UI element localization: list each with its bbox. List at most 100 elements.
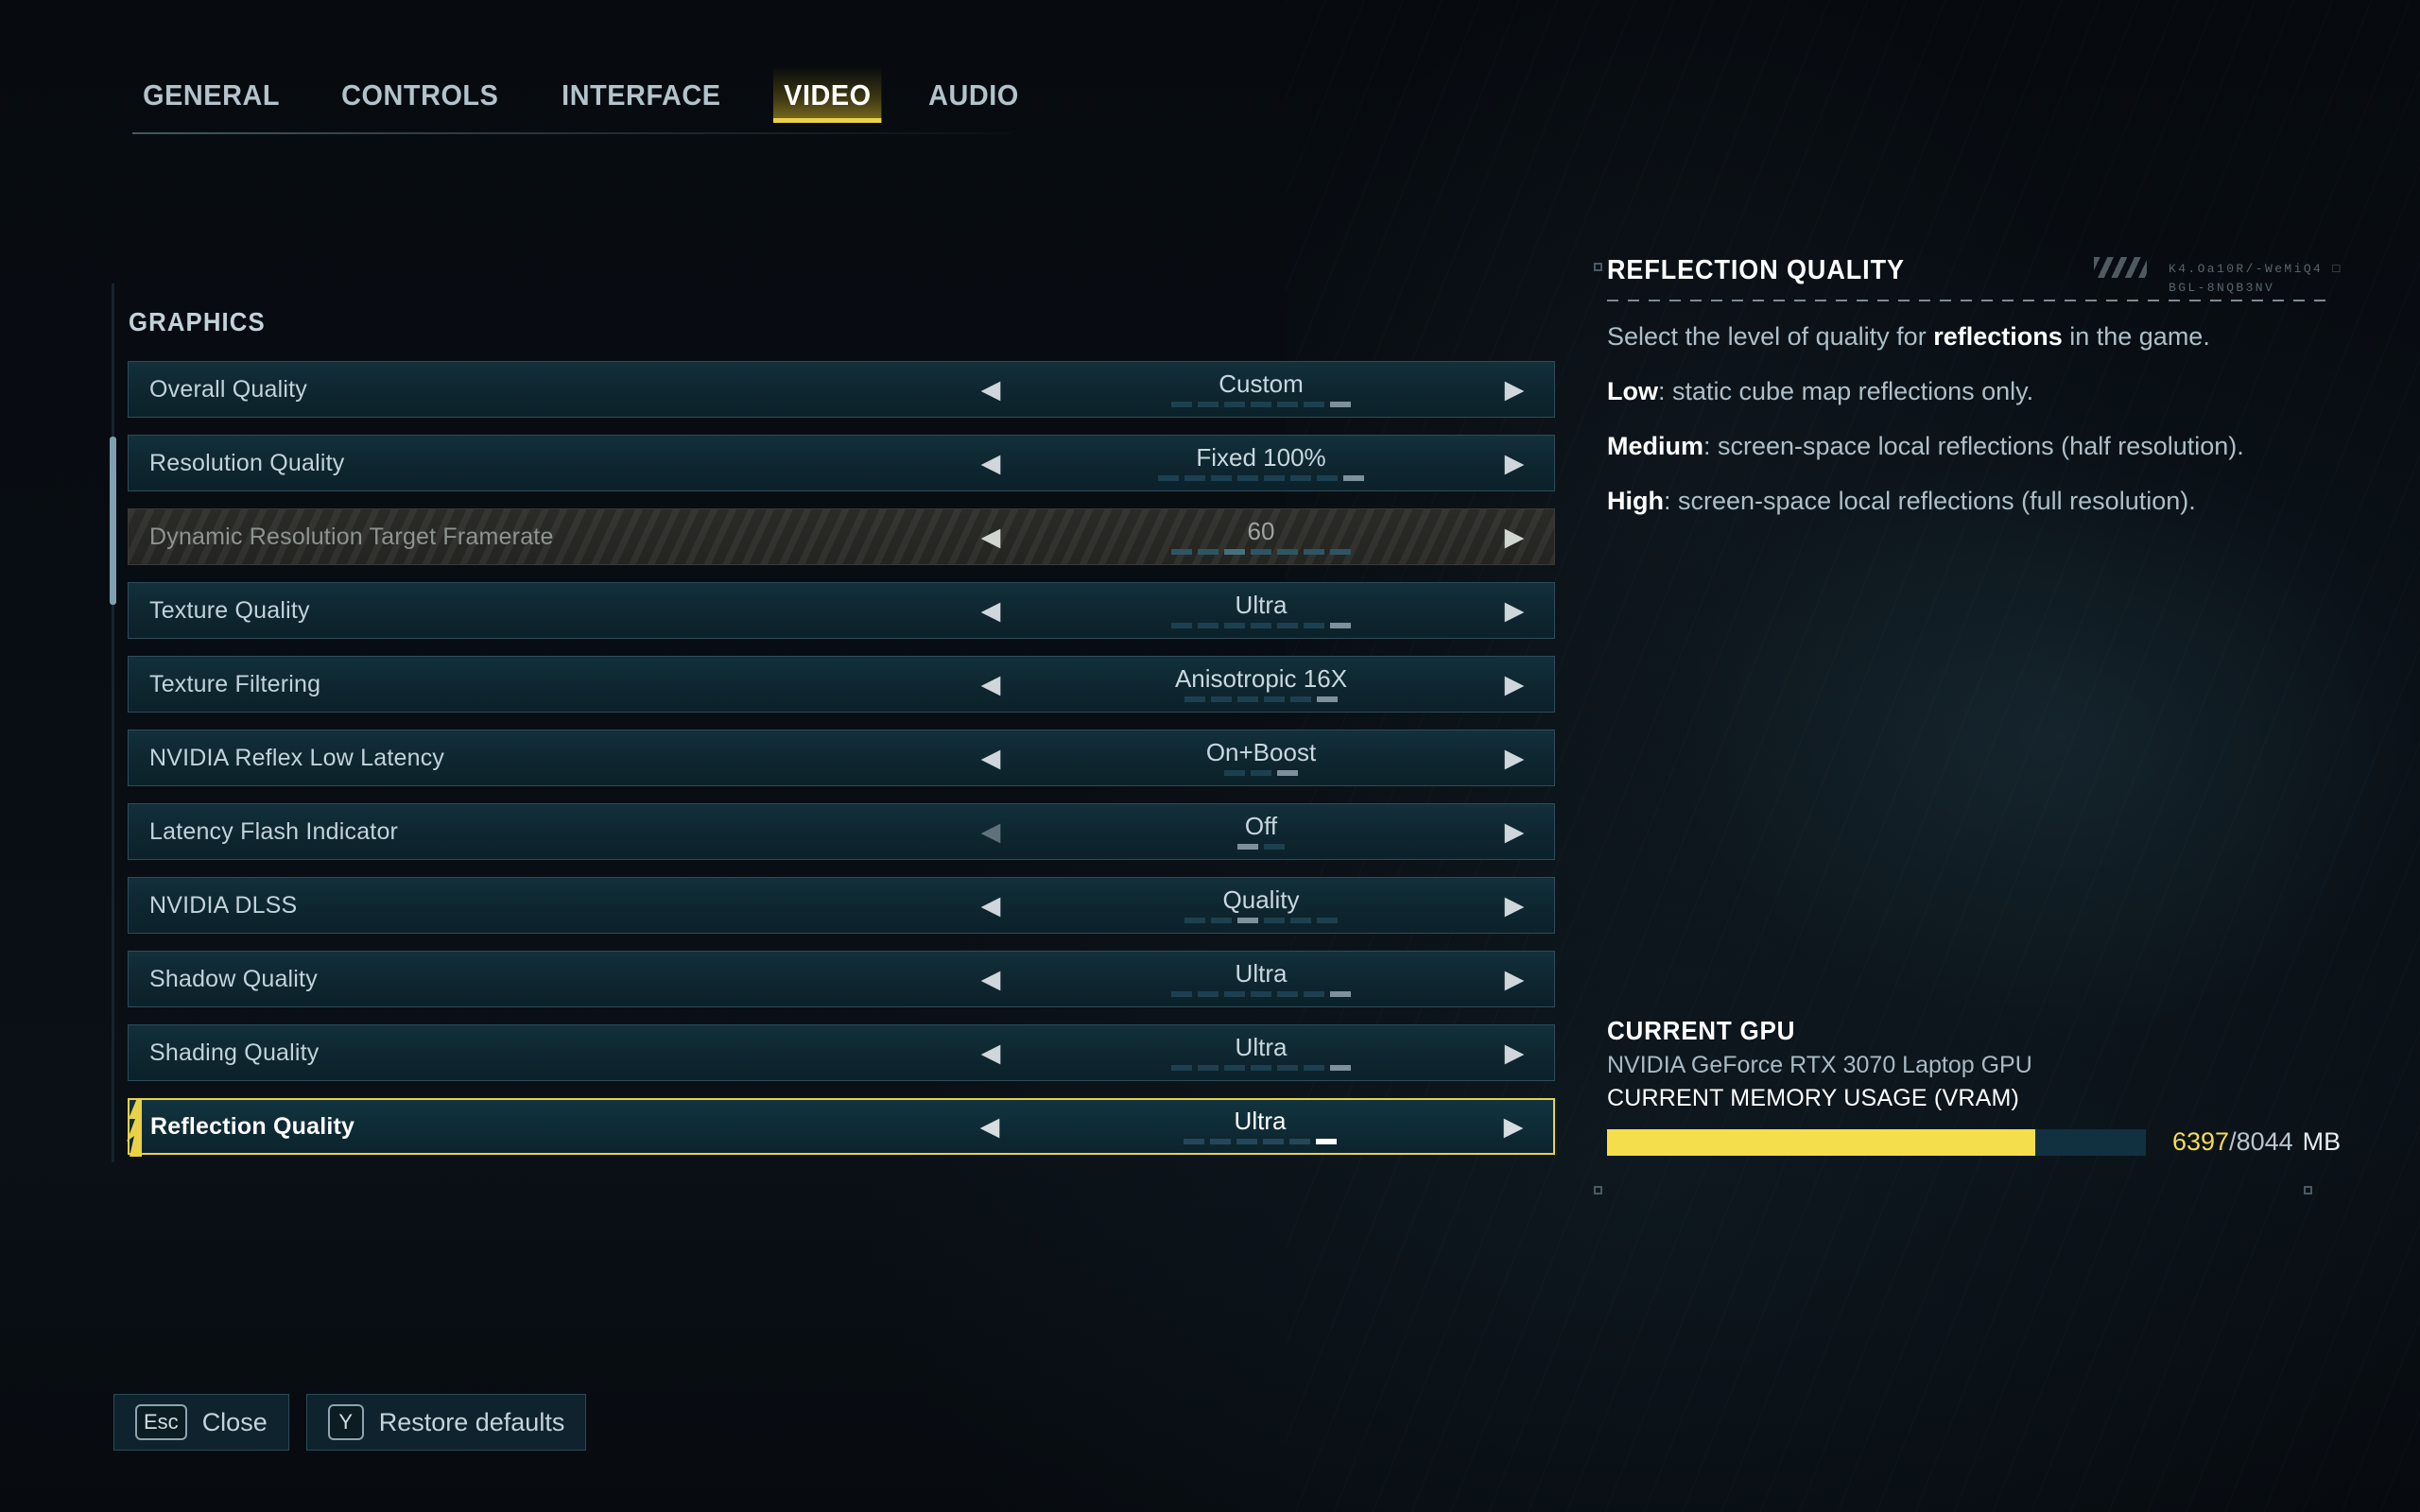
setting-value-stack: Custom	[1042, 362, 1480, 417]
level-segment	[1277, 401, 1298, 407]
stepper-prev-arrow[interactable]: ◀	[968, 1025, 1013, 1080]
settings-scrollbar-thumb[interactable]	[110, 437, 116, 605]
stepper-next-arrow[interactable]: ▶	[1492, 657, 1537, 712]
vram-heading: CURRENT MEMORY USAGE (VRAM)	[1607, 1085, 2020, 1111]
setting-level-indicator	[1171, 548, 1351, 555]
setting-label: Reflection Quality	[150, 1112, 355, 1140]
tab-video[interactable]: VIDEO	[772, 68, 882, 123]
level-segment	[1330, 990, 1351, 997]
stepper-next-arrow[interactable]: ▶	[1492, 952, 1537, 1006]
level-segment	[1198, 401, 1219, 407]
setting-row[interactable]: Texture Quality ◀ Ultra ▶	[128, 582, 1555, 639]
footer-button-label: Close	[201, 1407, 268, 1436]
level-segment	[1210, 1138, 1231, 1144]
setting-value-stack: Ultra	[1041, 1100, 1479, 1153]
setting-label: NVIDIA DLSS	[149, 891, 298, 919]
setting-level-indicator	[1158, 474, 1364, 481]
stepper-next-arrow[interactable]: ▶	[1492, 362, 1537, 417]
stepper-prev-arrow[interactable]: ◀	[968, 804, 1013, 859]
stepper-next-arrow[interactable]: ▶	[1492, 436, 1537, 490]
chevron-right-icon: ▶	[1504, 1038, 1525, 1067]
tab-controls[interactable]: CONTROLS	[331, 68, 510, 123]
vram-progress-bar	[1607, 1128, 2146, 1156]
level-segment	[1184, 474, 1205, 481]
stepper-prev-arrow[interactable]: ◀	[968, 436, 1013, 490]
setting-value-stack: Anisotropic 16X	[1042, 657, 1480, 712]
setting-row[interactable]: NVIDIA DLSS ◀ Quality ▶	[128, 877, 1555, 934]
chevron-left-icon: ◀	[980, 743, 1001, 772]
setting-value: Quality	[1222, 885, 1300, 915]
setting-row: Dynamic Resolution Target Framerate ◀ 60 ▶	[128, 508, 1555, 565]
level-segment	[1343, 474, 1364, 481]
level-segment	[1237, 917, 1258, 923]
info-paragraph: High: screen-space local reflections (fu…	[1607, 485, 2269, 519]
settings-scrollbar-track[interactable]	[112, 284, 114, 1162]
stepper-prev-arrow[interactable]: ◀	[968, 878, 1013, 933]
level-segment	[1251, 769, 1271, 776]
stepper-prev-arrow[interactable]: ◀	[968, 730, 1013, 785]
tab-interface[interactable]: INTERFACE	[551, 68, 732, 123]
settings-screen: GENERAL CONTROLS INTERFACE VIDEO AUDIO GRAPH…	[0, 0, 2420, 1512]
chevron-right-icon: ▶	[1504, 448, 1525, 477]
setting-row[interactable]: Resolution Quality ◀ Fixed 100% ▶	[128, 435, 1555, 491]
level-segment	[1211, 917, 1232, 923]
setting-stepper: ◀ On+Boost ▶	[949, 730, 1554, 785]
setting-row[interactable]: Overall Quality ◀ Custom ▶	[128, 361, 1555, 418]
stepper-prev-arrow[interactable]: ◀	[968, 362, 1013, 417]
stepper-next-arrow[interactable]: ▶	[1492, 1025, 1537, 1080]
stepper-prev-arrow[interactable]: ◀	[968, 952, 1013, 1006]
chevron-right-icon: ▶	[1504, 669, 1525, 698]
setting-stepper: ◀ Custom ▶	[949, 362, 1554, 417]
stepper-prev-arrow[interactable]: ◀	[968, 583, 1013, 638]
setting-value: On+Boost	[1205, 738, 1317, 767]
tab-audio[interactable]: AUDIO	[918, 68, 1029, 123]
footer-button-restore-defaults[interactable]: Y Restore defaults	[305, 1394, 587, 1451]
level-segment	[1198, 548, 1219, 555]
info-panel-divider	[1607, 300, 2335, 301]
setting-row[interactable]: Shadow Quality ◀ Ultra ▶	[128, 951, 1555, 1007]
setting-value: Ultra	[1235, 1033, 1288, 1062]
stepper-next-arrow[interactable]: ▶	[1492, 878, 1537, 933]
chevron-left-icon: ◀	[980, 890, 1001, 919]
level-segment	[1224, 990, 1245, 997]
stepper-next-arrow[interactable]: ▶	[1492, 583, 1537, 638]
setting-row[interactable]: Texture Filtering ◀ Anisotropic 16X ▶	[128, 656, 1555, 713]
keycap-icon: Esc	[135, 1404, 187, 1440]
setting-level-indicator	[1224, 769, 1298, 776]
tab-general[interactable]: GENERAL	[132, 68, 290, 123]
setting-row[interactable]: NVIDIA Reflex Low Latency ◀ On+Boost ▶	[128, 730, 1555, 786]
level-segment	[1290, 696, 1311, 702]
level-segment	[1251, 548, 1271, 555]
info-paragraph-lead: Low	[1607, 376, 1658, 405]
setting-value-stack: On+Boost	[1042, 730, 1480, 785]
gpu-info-block: CURRENT GPU NVIDIA GeForce RTX 3070 Lapt…	[1607, 1016, 2363, 1157]
footer-button-close[interactable]: Esc Close	[113, 1394, 289, 1451]
level-segment	[1236, 1138, 1257, 1144]
setting-stepper: ◀ Quality ▶	[949, 878, 1554, 933]
level-segment	[1237, 474, 1258, 481]
setting-stepper: ◀ Ultra ▶	[949, 1025, 1554, 1080]
level-segment	[1317, 917, 1338, 923]
chevron-right-icon: ▶	[1504, 743, 1525, 772]
info-paragraph: Low: static cube map reflections only.	[1607, 375, 2269, 409]
stepper-next-arrow[interactable]: ▶	[1491, 1100, 1536, 1153]
level-segment	[1251, 622, 1271, 628]
setting-value: Custom	[1219, 369, 1304, 399]
setting-row[interactable]: Reflection Quality ◀ Ultra ▶	[127, 1098, 1555, 1157]
level-segment	[1198, 1064, 1219, 1071]
level-segment	[1198, 990, 1219, 997]
vram-progress-fill	[1607, 1128, 2036, 1156]
level-segment	[1330, 622, 1351, 628]
setting-row[interactable]: Shading Quality ◀ Ultra ▶	[128, 1024, 1555, 1081]
info-panel-body: Select the level of quality for reflecti…	[1607, 320, 2363, 519]
level-segment	[1264, 474, 1285, 481]
info-panel-title: REFLECTION QUALITY	[1607, 255, 1905, 285]
stepper-next-arrow[interactable]: ▶	[1492, 804, 1537, 859]
stepper-prev-arrow[interactable]: ◀	[968, 657, 1013, 712]
footer-button-label: Restore defaults	[378, 1407, 565, 1436]
stepper-next-arrow[interactable]: ▶	[1492, 730, 1537, 785]
level-segment	[1264, 696, 1285, 702]
setting-label: Shading Quality	[149, 1039, 320, 1066]
stepper-prev-arrow[interactable]: ◀	[967, 1100, 1012, 1153]
setting-row[interactable]: Latency Flash Indicator ◀ Off ▶	[128, 803, 1555, 860]
